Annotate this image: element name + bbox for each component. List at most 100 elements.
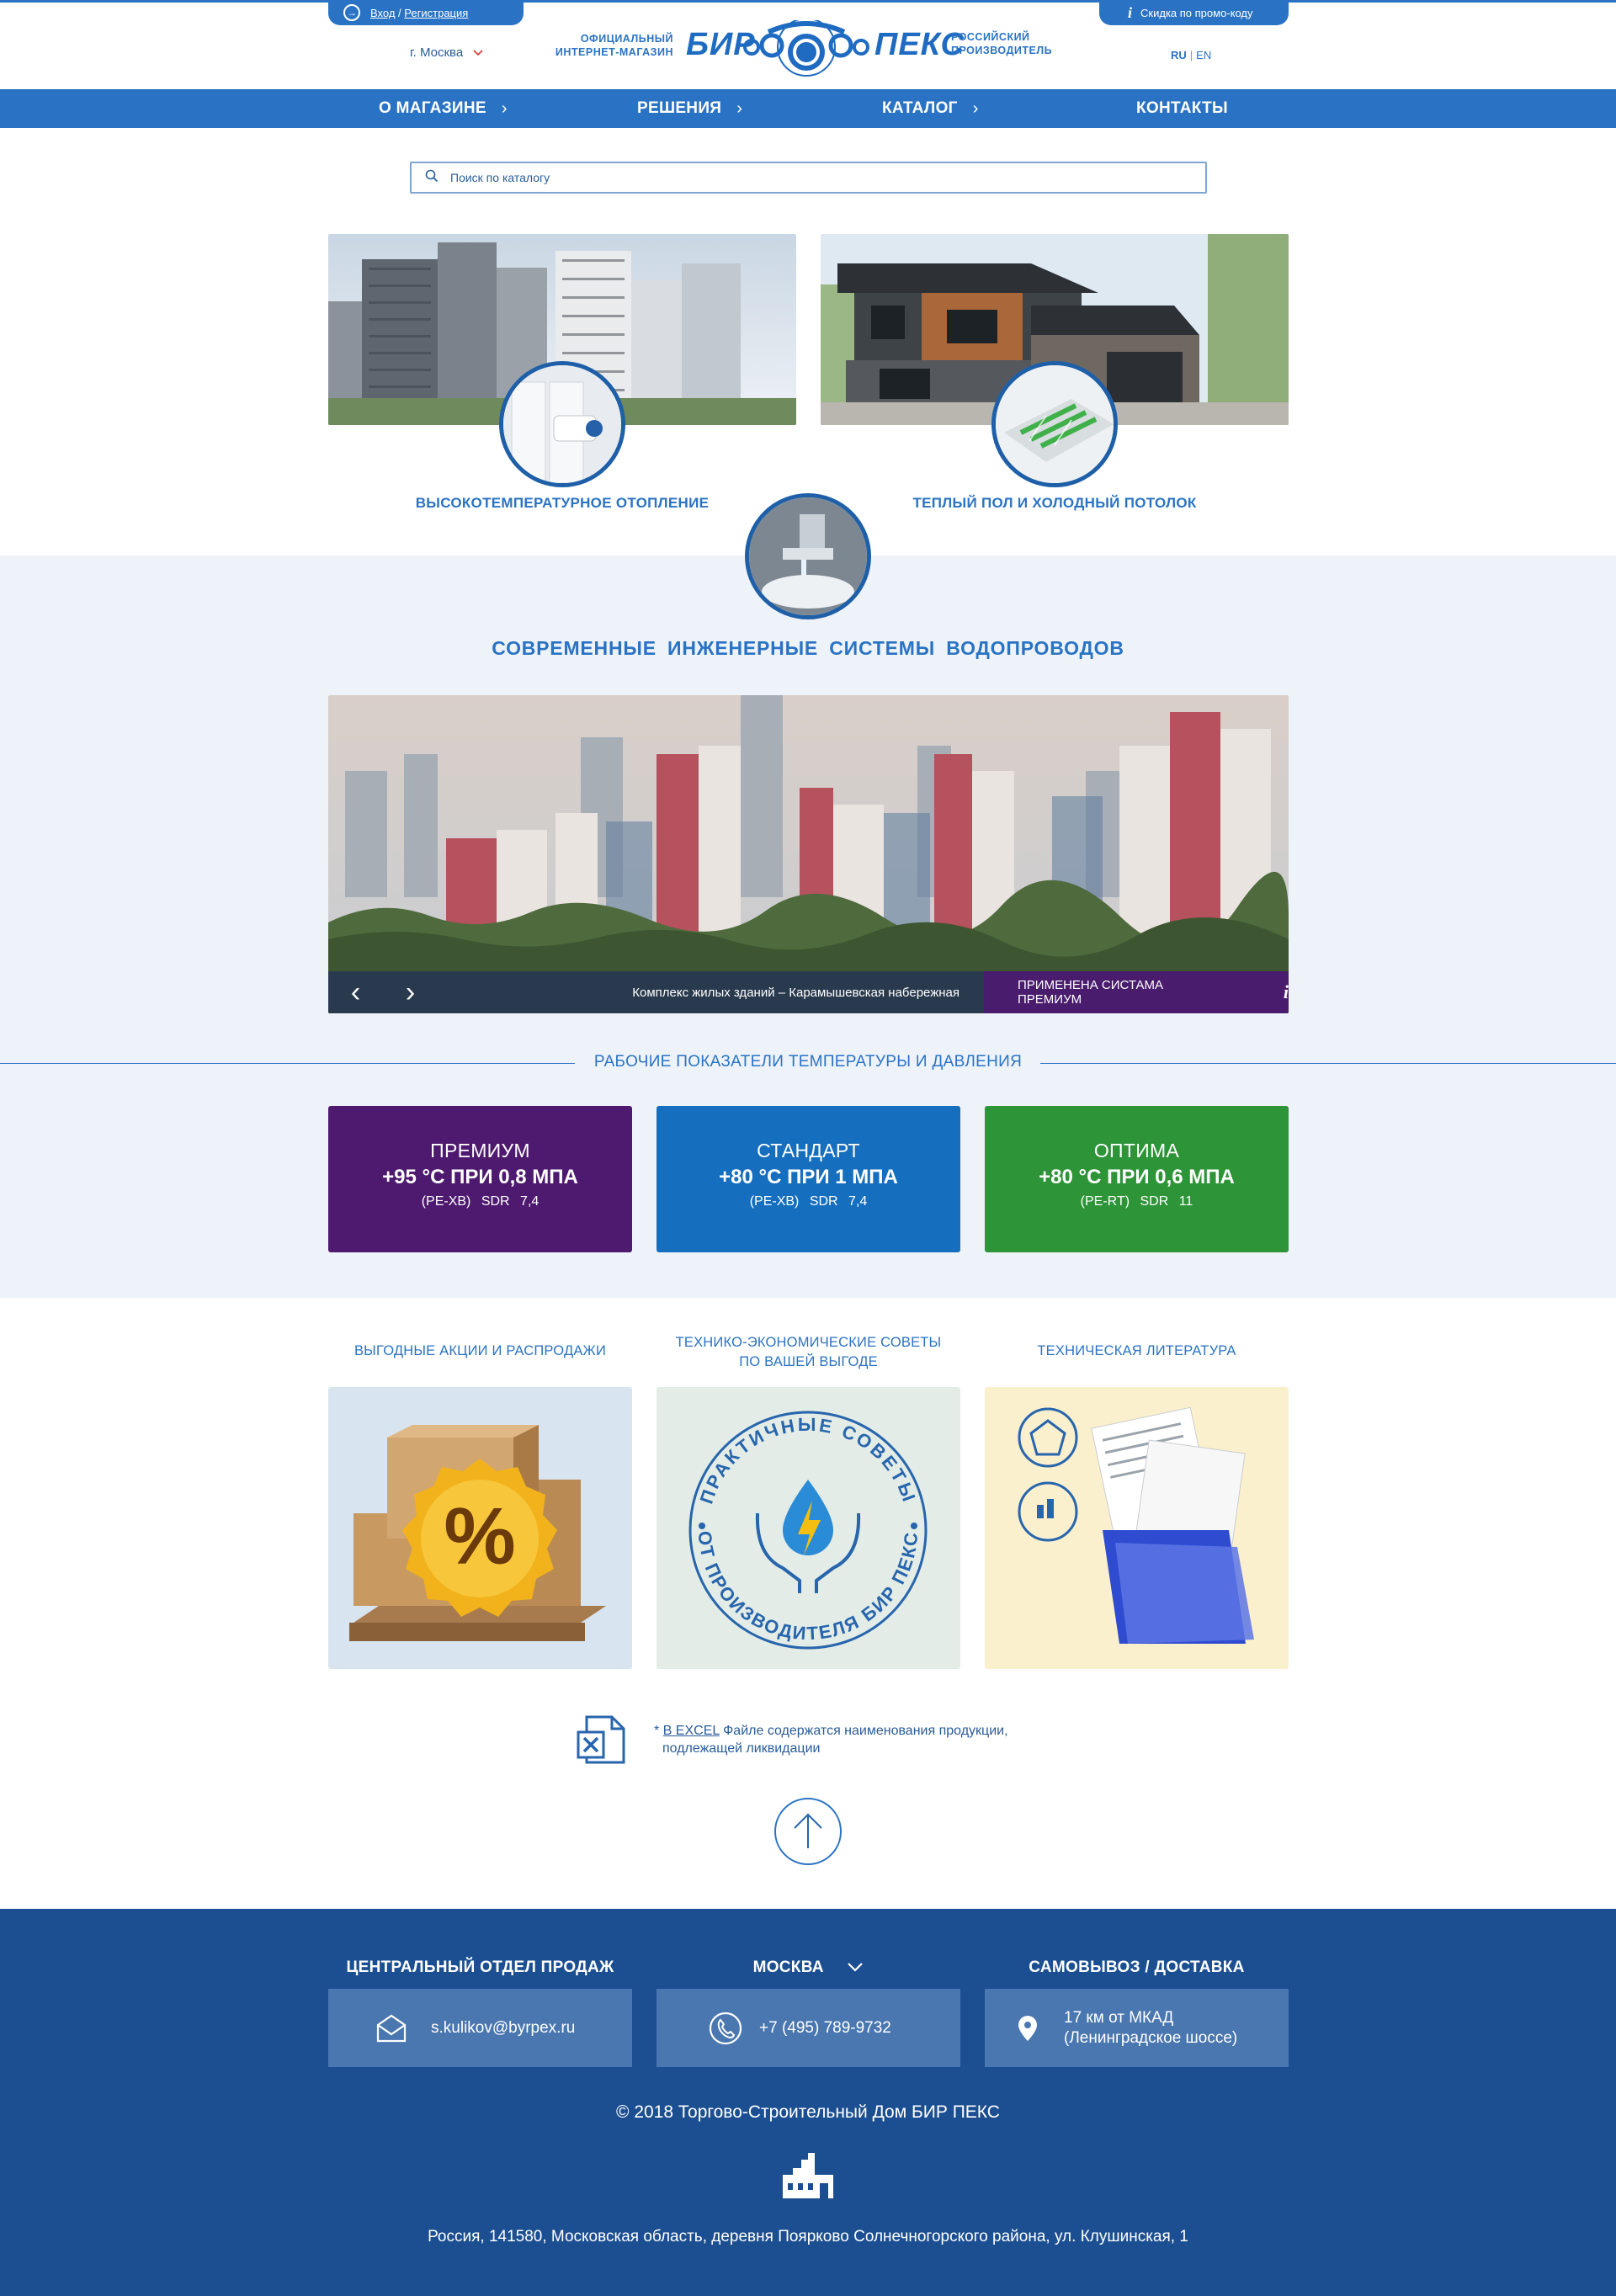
auth-separator: / xyxy=(398,6,401,19)
card-optima[interactable]: ОПТИМА +80 °С ПРИ 0,6 МПА (PE-RT) SDR 11 xyxy=(985,1106,1289,1252)
footer-phone[interactable]: +7 (495) 789-9732 xyxy=(759,2019,891,2038)
percent-sign: % xyxy=(444,1491,515,1581)
footer-address: Россия, 141580, Московская область, дере… xyxy=(428,2228,1188,2246)
scroll-to-top-button[interactable] xyxy=(774,1798,842,1865)
section-title-line: ТЕХНИКО-ЭКОНОМИЧЕСКИЕ СОВЕТЫ xyxy=(675,1335,942,1350)
login-link[interactable]: Вход xyxy=(370,7,395,19)
card-spec: (PE-RT) SDR 11 xyxy=(1080,1194,1193,1209)
section-title-sales[interactable]: ВЫГОДНЫЕ АКЦИИ И РАСПРОДАЖИ xyxy=(328,1342,632,1361)
footer-phone-box[interactable]: +7 (495) 789-9732 xyxy=(656,1989,960,2067)
logo-right-line2: ПРОИЗВОДИТЕЛЬ xyxy=(951,45,1053,56)
card-value: +80 °С ПРИ 1 МПА xyxy=(719,1166,898,1188)
nav-item-catalog[interactable]: КАТАЛОГ › xyxy=(882,89,979,128)
lang-ru[interactable]: RU xyxy=(1171,49,1187,61)
city-label: г. Москва xyxy=(410,45,464,60)
chevron-down-icon xyxy=(847,1959,864,1976)
excel-note: * В EXCEL Файле содержатся наименования … xyxy=(575,1714,1080,1764)
logo-left-line2: ИНТЕРНЕТ-МАГАЗИН xyxy=(555,46,673,58)
project-slider: ‹ › Комплекс жилых зданий – Карамышевска… xyxy=(328,695,1289,1013)
envelope-icon xyxy=(376,2014,407,2042)
footer-sales-title: ЦЕНТРАЛЬНЫЙ ОТДЕЛ ПРОДАЖ xyxy=(346,1959,614,1976)
section-title-line: ПО ВАШЕЙ ВЫГОДЕ xyxy=(739,1354,878,1369)
nav-label: РЕШЕНИЯ xyxy=(637,99,722,117)
literature-tile[interactable] xyxy=(985,1387,1289,1669)
card-value: +80 °С ПРИ 0,6 МПА xyxy=(1039,1166,1235,1188)
nav-label: КАТАЛОГ xyxy=(882,99,958,117)
documents-folder-image xyxy=(1018,1406,1254,1644)
footer-pickup-title: САМОВЫВОЗ / ДОСТАВКА xyxy=(1029,1959,1245,1976)
sale-boxes-image: % xyxy=(349,1425,606,1641)
section-title-advice[interactable]: ТЕХНИКО-ЭКОНОМИЧЕСКИЕ СОВЕТЫ ПО ВАШЕЙ ВЫ… xyxy=(656,1333,960,1372)
floor-pipes-icon xyxy=(996,365,1114,483)
footer-email-box[interactable]: s.kulikov@byrpex.ru xyxy=(328,1989,632,2067)
site-logo[interactable]: ОФИЦИАЛЬНЫЙ ИНТЕРНЕТ-МАГАЗИН БИР ПЕКС РО… xyxy=(551,20,1056,77)
nav-item-about[interactable]: О МАГАЗИНЕ › xyxy=(379,89,508,128)
excel-note-line2: подлежащей ликвидации xyxy=(662,1741,821,1756)
info-icon: i xyxy=(1128,3,1133,21)
info-icon: i xyxy=(1283,981,1289,1002)
excel-file-icon[interactable] xyxy=(575,1714,627,1766)
card-spec: (PE-XB) SDR 7,4 xyxy=(421,1194,540,1209)
chevron-right-icon: › xyxy=(736,98,743,118)
advice-tile[interactable]: ПРАКТИЧНЫЕ СОВЕТЫ ОТ ПРОИЗВОДИТЕЛЯ БИР П… xyxy=(656,1387,960,1669)
solution-title-floor[interactable]: ТЕПЛЫЙ ПОЛ И ХОЛОДНЫЙ ПОТОЛОК xyxy=(821,495,1289,512)
search-input[interactable] xyxy=(450,171,1124,184)
promo-code-tab[interactable]: i Скидка по промо-коду xyxy=(1099,0,1289,25)
floor-heating-thumb[interactable] xyxy=(991,361,1118,487)
card-standard[interactable]: СТАНДАРТ +80 °С ПРИ 1 МПА (PE-XB) SDR 7,… xyxy=(656,1106,960,1252)
water-tap-thumb[interactable] xyxy=(745,493,871,619)
excel-note-text: * В EXCEL Файле содержатся наименования … xyxy=(654,1722,1008,1757)
chevron-down-icon xyxy=(473,47,483,59)
footer-email[interactable]: s.kulikov@byrpex.ru xyxy=(431,2019,575,2038)
section-title-line: ТЕХНИЧЕСКАЯ ЛИТЕРАТУРА xyxy=(1037,1343,1236,1358)
nav-item-contacts[interactable]: КОНТАКТЫ xyxy=(1136,89,1228,128)
nav-label: КОНТАКТЫ xyxy=(1136,99,1228,117)
card-premium[interactable]: ПРЕМИУМ +95 °С ПРИ 0,8 МПА (PE-XB) SDR 7… xyxy=(328,1106,632,1252)
card-spec: (PE-XB) SDR 7,4 xyxy=(749,1194,868,1209)
header-top-line xyxy=(0,0,1616,3)
footer-city-selector[interactable]: МОСКВА xyxy=(656,1959,960,1977)
footer-pickup-box[interactable]: 17 км от МКАД (Ленинградское шоссе) xyxy=(985,1989,1289,2067)
excel-download-link[interactable]: В EXCEL xyxy=(663,1724,720,1738)
logo-left-caption: ОФИЦИАЛЬНЫЙ ИНТЕРНЕТ-МАГАЗИН xyxy=(551,32,673,59)
arrow-up-icon xyxy=(794,1813,822,1848)
solution-title-heating[interactable]: ВЫСОКОТЕМПЕРАТУРНОЕ ОТОПЛЕНИЕ xyxy=(328,495,796,512)
nav-item-solutions[interactable]: РЕШЕНИЯ › xyxy=(637,89,742,128)
phone-icon xyxy=(709,2012,742,2044)
slider-bar: ‹ › Комплекс жилых зданий – Карамышевска… xyxy=(328,971,1289,1013)
card-name: СТАНДАРТ xyxy=(757,1140,860,1161)
asterisk: * xyxy=(654,1724,660,1738)
faucet-icon xyxy=(749,497,867,615)
excel-note-line1: * В EXCEL Файле содержатся наименования … xyxy=(654,1722,1008,1740)
register-link[interactable]: Регистрация xyxy=(404,7,468,19)
radiator-valve-icon xyxy=(503,365,621,483)
city-panorama-image xyxy=(328,695,1289,1013)
sales-tile[interactable]: % xyxy=(328,1387,632,1669)
nav-label: О МАГАЗИНЕ xyxy=(379,99,486,117)
lang-separator: | xyxy=(1189,49,1193,61)
search-icon xyxy=(425,169,439,187)
city-selector[interactable]: г. Москва xyxy=(410,45,483,60)
logo-right-line1: РОССИЙСКИЙ xyxy=(951,31,1030,43)
catalog-search xyxy=(410,162,1207,194)
section-title-literature[interactable]: ТЕХНИЧЕСКАЯ ЛИТЕРАТУРА xyxy=(985,1342,1289,1361)
auth-links: Вход / Регистрация xyxy=(370,7,468,19)
lang-en[interactable]: EN xyxy=(1196,49,1211,61)
water-systems-title: СОВРЕМЕННЫЕ ИНЖЕНЕРНЫЕ СИСТЕМЫ ВОДОПРОВО… xyxy=(492,637,1124,659)
footer-copyright: © 2018 Торгово-Строительный Дом БИР ПЕКС xyxy=(616,2102,1000,2122)
heating-radiator-thumb[interactable] xyxy=(499,361,625,487)
chevron-right-icon: › xyxy=(972,98,979,118)
login-icon: → xyxy=(343,4,360,21)
chevron-right-icon: › xyxy=(501,98,508,118)
promo-code-label: Скидка по промо-коду xyxy=(1140,6,1253,19)
pickup-line2: (Ленинградское шоссе) xyxy=(1064,2028,1238,2047)
main-nav: О МАГАЗИНЕ › РЕШЕНИЯ › КАТАЛОГ › КОНТАКТ… xyxy=(0,89,1616,128)
logo-right-caption: РОССИЙСКИЙ ПРОИЗВОДИТЕЛЬ xyxy=(951,30,1052,57)
performance-title: РАБОЧИЕ ПОКАЗАТЕЛИ ТЕМПЕРАТУРЫ И ДАВЛЕНИ… xyxy=(593,1053,1023,1071)
login-tab: → Вход / Регистрация xyxy=(328,0,524,25)
premium-system-label: ПРИМЕНЕНА СИСТАМА ПРЕМИУМ xyxy=(1018,978,1164,1007)
excel-note-body: Файле содержатся наименования продукции, xyxy=(719,1724,1008,1738)
card-name: ОПТИМА xyxy=(1093,1140,1180,1161)
advice-badge-image: ПРАКТИЧНЫЕ СОВЕТЫ ОТ ПРОИЗВОДИТЕЛЯ БИР П… xyxy=(688,1411,928,1650)
slider-premium-badge[interactable]: ПРИМЕНЕНА СИСТАМА ПРЕМИУМ i xyxy=(984,971,1289,1013)
